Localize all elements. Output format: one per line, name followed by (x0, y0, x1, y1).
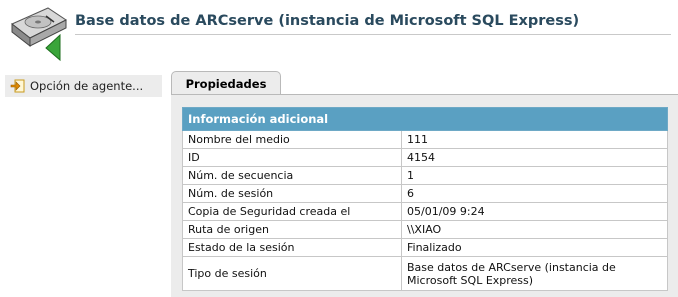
row-key: Núm. de sesión (182, 184, 402, 203)
table-row: Ruta de origen \\XIAO (182, 220, 668, 239)
database-restore-icon (11, 7, 67, 62)
table-row: Tipo de sesión Base datos de ARCserve (i… (182, 256, 668, 291)
row-value: 05/01/09 9:24 (401, 202, 668, 221)
row-value: Finalizado (401, 238, 668, 257)
table-row: Nombre del medio 111 (182, 130, 668, 149)
sidebar-item-label: Opción de agente... (30, 79, 144, 93)
row-key: Nombre del medio (182, 130, 402, 149)
header-divider (75, 34, 671, 35)
row-value: 4154 (401, 148, 668, 167)
arrow-in-box-icon (10, 79, 25, 93)
row-value: Base datos de ARCserve (instancia de Mic… (401, 256, 668, 291)
row-value: \\XIAO (401, 220, 668, 239)
table-section-title: Información adicional (182, 107, 668, 131)
table-row: Copia de Seguridad creada el 05/01/09 9:… (182, 202, 668, 221)
table-row: Núm. de sesión 6 (182, 184, 668, 203)
row-key: Tipo de sesión (182, 256, 402, 291)
row-value: 1 (401, 166, 668, 185)
page-header: Base datos de ARCserve (instancia de Mic… (0, 0, 678, 62)
row-key: ID (182, 148, 402, 167)
sidebar-item-agent-option[interactable]: Opción de agente... (5, 75, 162, 97)
sidebar: Opción de agente... (0, 68, 168, 297)
row-key: Ruta de origen (182, 220, 402, 239)
additional-info-table: Información adicional Nombre del medio 1… (182, 107, 668, 291)
row-key: Copia de Seguridad creada el (182, 202, 402, 221)
page-title: Base datos de ARCserve (instancia de Mic… (75, 13, 580, 29)
tab-properties[interactable]: Propiedades (171, 71, 281, 95)
row-value: 111 (401, 130, 668, 149)
table-row: Estado de la sesión Finalizado (182, 238, 668, 257)
table-row: Núm. de secuencia 1 (182, 166, 668, 185)
row-value: 6 (401, 184, 668, 203)
row-key: Estado de la sesión (182, 238, 402, 257)
table-row: ID 4154 (182, 148, 668, 167)
row-key: Núm. de secuencia (182, 166, 402, 185)
